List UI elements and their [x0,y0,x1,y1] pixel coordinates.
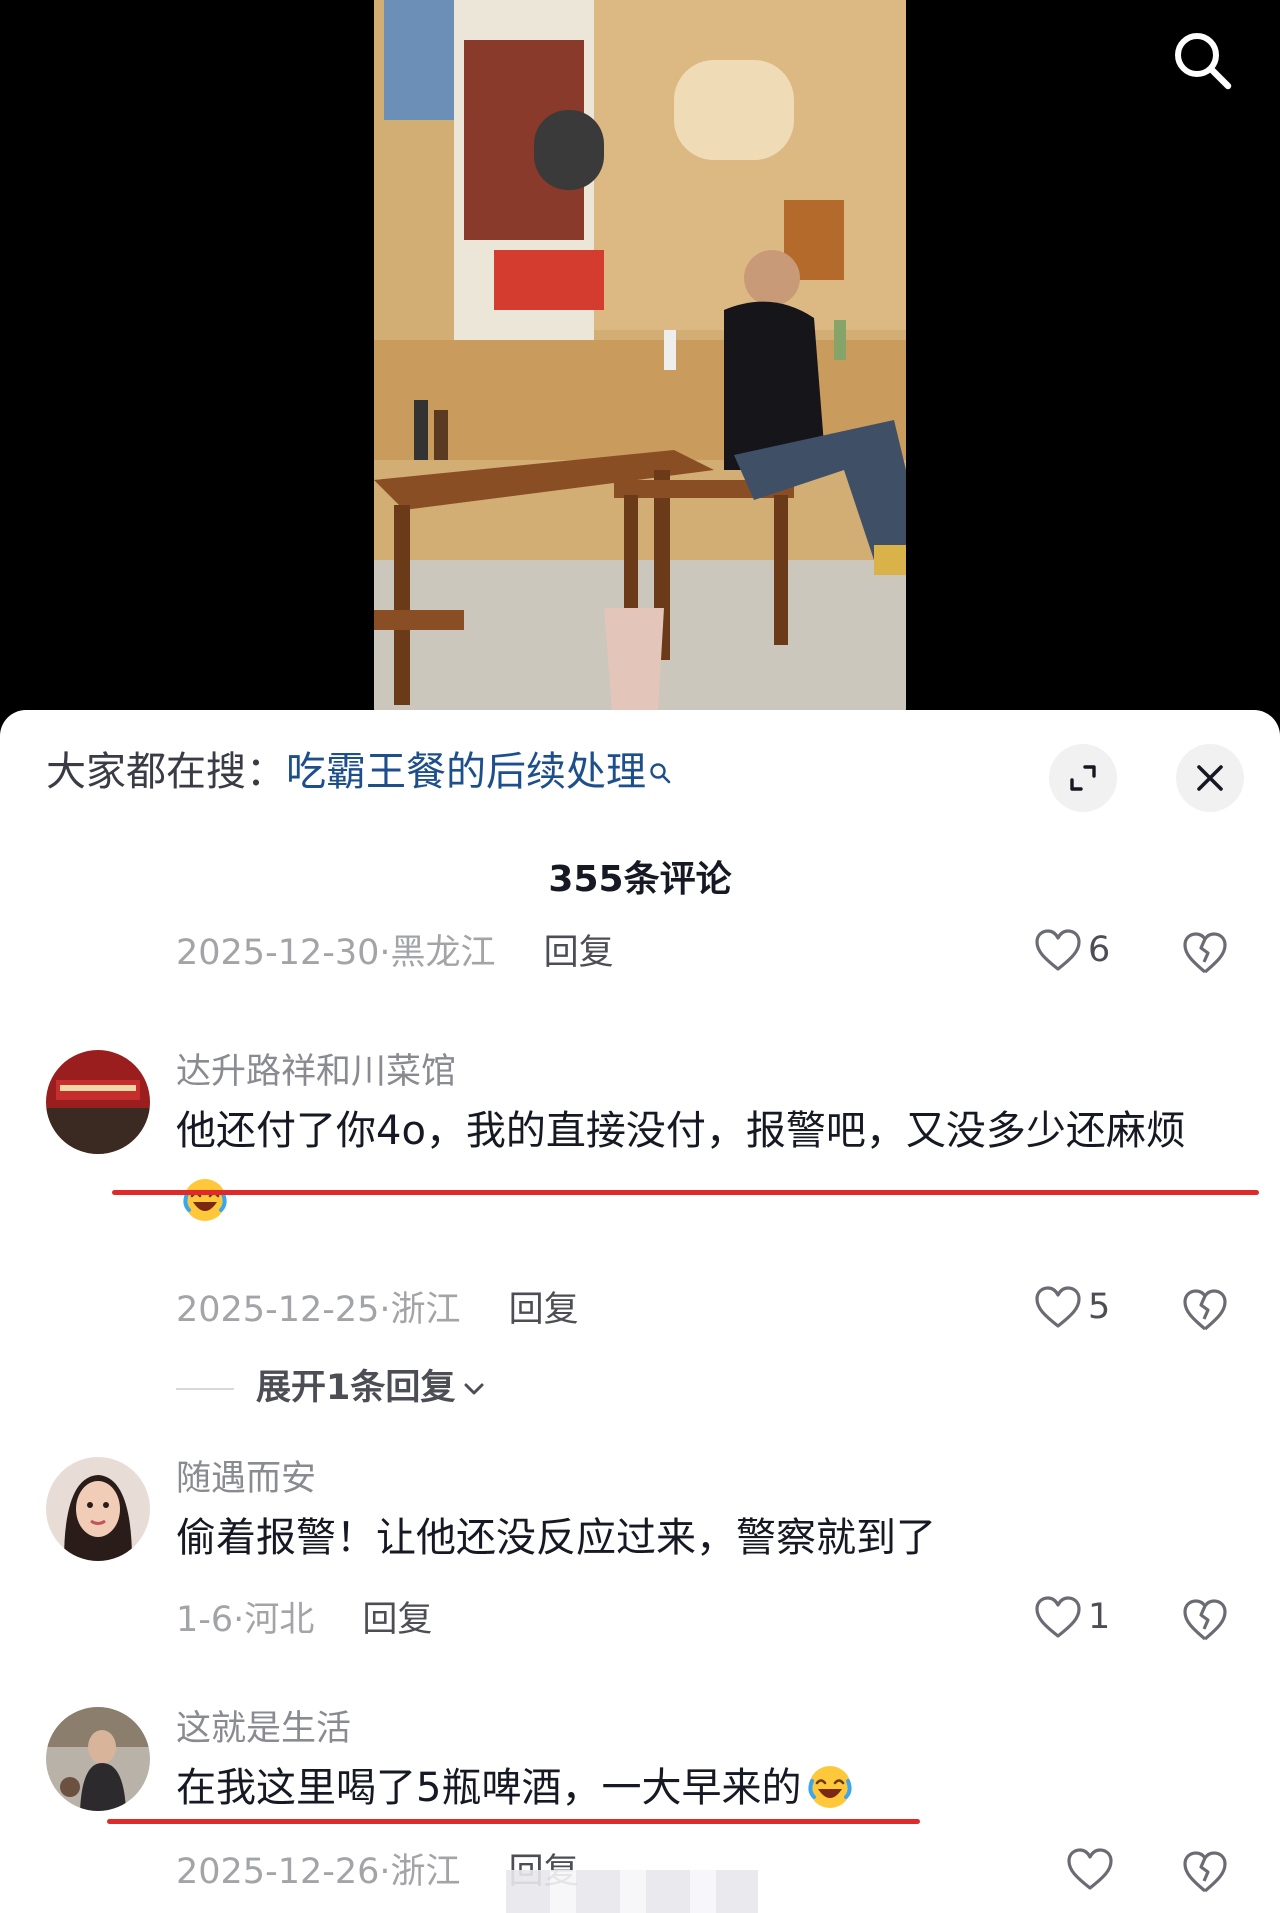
laughing-emoji-icon [180,1174,230,1224]
blurred-overlay [506,1870,758,1913]
expand-replies-button[interactable]: 展开1条回复 [176,1363,487,1413]
comment-region: 黑龙江 [390,933,496,973]
reply-button[interactable]: 回复 [544,933,614,973]
broken-heart-icon [1183,1851,1227,1893]
related-search[interactable]: 大家都在搜：吃霸王餐的后续处理 [46,744,672,800]
comment-username[interactable]: 随遇而安 [176,1455,316,1503]
heart-icon [1035,1596,1081,1638]
like-count: 1 [1088,1597,1111,1637]
like-button[interactable] [1066,1847,1120,1897]
comment-date: 1-6 [176,1600,234,1640]
highlight-underline [112,1190,1259,1195]
comment-region: 浙江 [390,1852,461,1892]
comment-date: 2025-12-25 [176,1290,380,1330]
reply-button[interactable]: 回复 [362,1600,432,1640]
related-search-prefix: 大家都在搜： [46,749,286,795]
avatar[interactable] [46,1457,150,1561]
comment-count: 355条评论 [548,859,732,900]
like-button[interactable]: 1 [1034,1595,1110,1645]
reply-button[interactable]: 回复 [509,1290,579,1330]
video-scene-image [374,0,906,712]
expand-replies-label: 展开1条回复 [256,1368,456,1408]
expand-replies-divider [176,1388,234,1390]
expand-button[interactable] [1049,744,1117,812]
dislike-button[interactable] [1182,1285,1230,1335]
heart-icon [1035,929,1081,971]
related-search-term[interactable]: 吃霸王餐的后续处理 [286,749,646,795]
comment-date: 2025-12-30 [176,933,380,973]
search-icon [648,744,672,784]
search-icon [1175,33,1232,90]
like-button[interactable]: 5 [1034,1285,1110,1335]
comment-text-content: 偷着报警！让他还没反应过来，警察就到了 [176,1515,936,1561]
heart-icon [1067,1848,1113,1890]
comment-text: 在我这里喝了5瓶啤酒，一大早来的 [176,1753,1236,1823]
dislike-button[interactable] [1182,1847,1230,1897]
avatar[interactable] [46,1707,150,1811]
like-count: 6 [1088,930,1111,970]
comment-text: 偷着报警！让他还没反应过来，警察就到了 [176,1503,1236,1573]
highlight-underline [107,1819,920,1824]
broken-heart-icon [1183,1289,1227,1331]
comment-region: 河北 [244,1600,315,1640]
close-icon [1197,765,1223,791]
close-button[interactable] [1176,744,1244,812]
comment-username[interactable]: 这就是生活 [176,1705,351,1753]
comment-text-content: 他还付了你4o，我的直接没付，报警吧，又没多少还麻烦 [176,1108,1186,1154]
search-button[interactable] [1170,28,1234,92]
broken-heart-icon [1183,1599,1227,1641]
comment-sheet: 大家都在搜：吃霸王餐的后续处理 355条评论 2025-12-30·黑龙江 回复 … [0,710,1280,1913]
comment-meta: 1-6·河北 回复 [176,1600,433,1640]
video-frame [374,0,906,712]
heart-icon [1035,1286,1081,1328]
video-player[interactable] [0,0,1280,712]
dislike-button[interactable] [1182,1595,1230,1645]
laughing-emoji-icon [805,1761,855,1811]
comment-text-content: 在我这里喝了5瓶啤酒，一大早来的 [176,1765,802,1811]
comment-date: 2025-12-26 [176,1852,380,1892]
comment-text: 他还付了你4o，我的直接没付，报警吧，又没多少还麻烦 [176,1096,1236,1236]
chevron-down-icon [464,1383,484,1395]
expand-icon [1070,765,1096,791]
broken-heart-icon [1183,932,1227,974]
comment-sheet-header: 大家都在搜：吃霸王餐的后续处理 355条评论 [0,710,1280,900]
comment-region: 浙江 [390,1290,461,1330]
avatar[interactable] [46,1050,150,1154]
comment-username[interactable]: 达升路祥和川菜馆 [176,1048,456,1096]
comment-meta: 2025-12-25·浙江 回复 [176,1290,579,1330]
comment-meta: 2025-12-30·黑龙江 回复 [176,933,614,973]
like-button[interactable]: 6 [1034,928,1110,978]
dislike-button[interactable] [1182,928,1230,978]
like-count: 5 [1088,1287,1111,1327]
